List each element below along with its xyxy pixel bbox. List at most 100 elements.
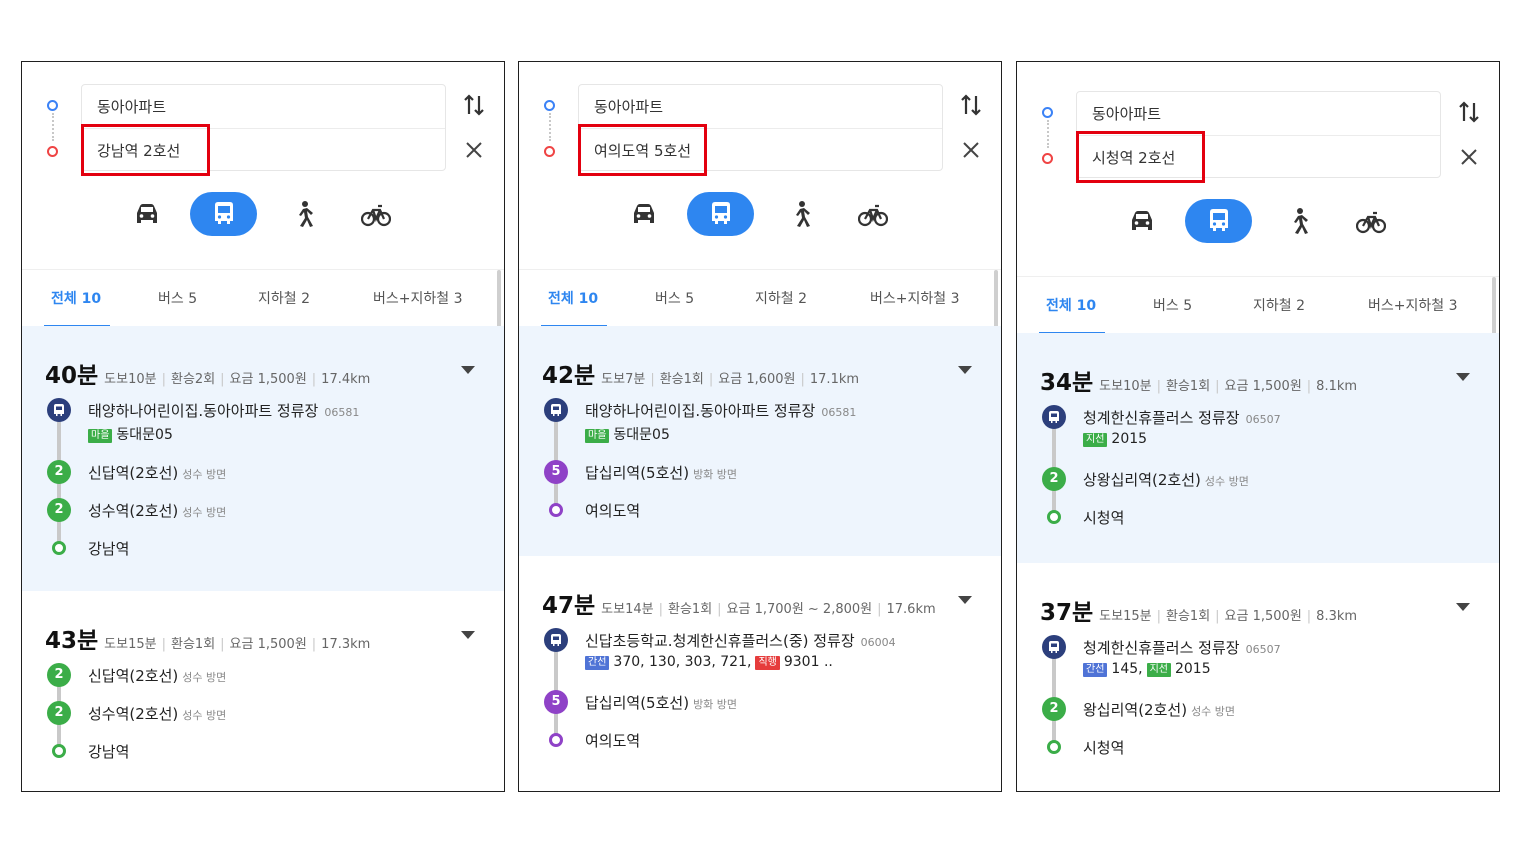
route-meta: 도보15분 | 환승1회 | 요금 1,500원 | 17.3km bbox=[104, 637, 370, 652]
close-icon[interactable] bbox=[1459, 147, 1479, 167]
route-card[interactable]: 47분 도보14분 | 환승1회 | 요금 1,700원 ~ 2,800원 | 17.6km 신… bbox=[519, 556, 1001, 766]
route-summary: 34분 도보10분 | 환승1회 | 요금 1,500원 | 8.1km bbox=[1040, 363, 1357, 397]
tab-bus-subway[interactable]: 버스+지하철 3 bbox=[870, 288, 960, 308]
swap-icon[interactable] bbox=[959, 92, 983, 118]
meta-separator: | bbox=[161, 372, 166, 387]
tab-subway[interactable]: 지하철 2 bbox=[258, 288, 310, 308]
close-icon[interactable] bbox=[464, 140, 484, 160]
step-station-name: 강남역 bbox=[88, 538, 129, 559]
station-name: 여의도역 bbox=[585, 732, 641, 750]
step-station-name: 신답역(2호선) 성수 방면 bbox=[88, 665, 226, 686]
route-card[interactable]: 40분 도보10분 | 환승2회 | 요금 1,500원 | 17.4km 태양하나어린이집.동… bbox=[22, 326, 504, 591]
station-name: 태양하나어린이집.동아아파트 정류장 bbox=[585, 402, 816, 420]
tab-subway[interactable]: 지하철 2 bbox=[755, 288, 807, 308]
expand-chevron-icon[interactable] bbox=[958, 596, 972, 604]
tab-bus[interactable]: 버스 5 bbox=[1153, 295, 1192, 315]
route-meta-item: 요금 1,700원 ~ 2,800원 bbox=[726, 602, 873, 617]
bus-type-badge: 지선 bbox=[1083, 433, 1108, 447]
route-duration: 40분 bbox=[45, 363, 99, 389]
destination-marker-icon bbox=[52, 744, 66, 758]
bus-mode-button[interactable] bbox=[687, 192, 754, 236]
car-icon[interactable] bbox=[132, 200, 162, 228]
bus-mode-button[interactable] bbox=[190, 192, 257, 236]
bike-icon[interactable] bbox=[858, 200, 888, 228]
stop-code: 06507 bbox=[1245, 643, 1281, 656]
route-meta-item: 환승1회 bbox=[668, 602, 713, 617]
origin-dot-icon bbox=[47, 100, 58, 111]
expand-chevron-icon[interactable] bbox=[1456, 603, 1470, 611]
route-list: 34분 도보10분 | 환승1회 | 요금 1,500원 | 8.1km 청계한신휴플러스 정류… bbox=[1017, 333, 1499, 791]
swap-icon[interactable] bbox=[462, 92, 486, 118]
walk-icon[interactable] bbox=[1283, 207, 1313, 235]
direction-label: 방화 방면 bbox=[693, 698, 738, 711]
tab-bus[interactable]: 버스 5 bbox=[158, 288, 197, 308]
subway-line-5-icon: 5 bbox=[544, 460, 568, 484]
tab-bus[interactable]: 버스 5 bbox=[655, 288, 694, 308]
walk-icon[interactable] bbox=[288, 200, 318, 228]
route-meta-item: 환승2회 bbox=[171, 372, 216, 387]
route-card[interactable]: 43분 도보15분 | 환승1회 | 요금 1,500원 | 17.3km 2 신답역(2호선) 성… bbox=[22, 591, 504, 791]
station-name: 여의도역 bbox=[585, 502, 641, 520]
route-summary: 37분 도보15분 | 환승1회 | 요금 1,500원 | 8.3km bbox=[1040, 593, 1357, 627]
origin-input[interactable]: 동아아파트 bbox=[97, 96, 166, 117]
meta-separator: | bbox=[311, 637, 317, 652]
tab-subway[interactable]: 지하철 2 bbox=[1253, 295, 1305, 315]
expand-chevron-icon[interactable] bbox=[461, 366, 475, 374]
tab-all[interactable]: 전체 10 bbox=[51, 288, 101, 308]
bike-icon[interactable] bbox=[1356, 207, 1386, 235]
route-connector bbox=[52, 113, 54, 141]
destination-marker-icon bbox=[52, 541, 66, 555]
bus-type-badge: 직행 bbox=[755, 656, 780, 670]
subway-line-2-icon: 2 bbox=[47, 663, 71, 687]
search-area: 동아아파트 강남역 2호선 bbox=[22, 62, 504, 269]
expand-chevron-icon[interactable] bbox=[461, 631, 475, 639]
route-duration: 47분 bbox=[542, 593, 596, 619]
step-station-name: 여의도역 bbox=[585, 500, 640, 521]
tab-all[interactable]: 전체 10 bbox=[1046, 295, 1096, 315]
car-icon[interactable] bbox=[629, 200, 659, 228]
swap-icon[interactable] bbox=[1457, 99, 1481, 125]
route-card[interactable]: 37분 도보15분 | 환승1회 | 요금 1,500원 | 8.3km 청계한신휴플러스 정류… bbox=[1017, 563, 1499, 773]
step-station-name: 시청역 bbox=[1083, 737, 1124, 758]
expand-chevron-icon[interactable] bbox=[1456, 373, 1470, 381]
bike-icon[interactable] bbox=[361, 200, 391, 228]
destination-highlight-box bbox=[578, 124, 707, 176]
step-station-name: 신답역(2호선) 성수 방면 bbox=[88, 462, 226, 483]
destination-marker-icon bbox=[1047, 740, 1061, 754]
direction-label: 성수 방면 bbox=[182, 671, 227, 684]
bus-line-list: 간선 145, 지선 2015 bbox=[1083, 661, 1215, 677]
close-icon[interactable] bbox=[961, 140, 981, 160]
walk-icon[interactable] bbox=[785, 200, 815, 228]
meta-separator: | bbox=[658, 602, 663, 617]
step-station-name: 강남역 bbox=[88, 741, 129, 762]
bus-line-group: 지선 2015 bbox=[1083, 431, 1147, 447]
tab-bus-subway[interactable]: 버스+지하철 3 bbox=[373, 288, 463, 308]
expand-chevron-icon[interactable] bbox=[958, 366, 972, 374]
bus-line-group: 직행 9301 .. bbox=[755, 654, 833, 670]
meta-separator: | bbox=[708, 372, 714, 387]
bus-stop-icon bbox=[47, 398, 71, 422]
origin-input[interactable]: 동아아파트 bbox=[1092, 103, 1161, 124]
route-card[interactable]: 34분 도보10분 | 환승1회 | 요금 1,500원 | 8.1km 청계한신휴플러스 정류… bbox=[1017, 333, 1499, 563]
tab-bus-subway[interactable]: 버스+지하철 3 bbox=[1368, 295, 1458, 315]
meta-separator: | bbox=[1306, 379, 1312, 394]
step-station-name: 상왕십리역(2호선) 성수 방면 bbox=[1083, 469, 1249, 490]
route-meta-item: 요금 1,500원 bbox=[1224, 379, 1302, 394]
route-meta: 도보10분 | 환승1회 | 요금 1,500원 | 8.1km bbox=[1099, 379, 1357, 394]
car-icon[interactable] bbox=[1127, 207, 1157, 235]
tab-all[interactable]: 전체 10 bbox=[548, 288, 598, 308]
station-name: 신답역(2호선) bbox=[88, 667, 179, 685]
route-meta-item: 환승1회 bbox=[171, 637, 216, 652]
route-card[interactable]: 42분 도보7분 | 환승1회 | 요금 1,600원 | 17.1km 태양하나어린이집.동아… bbox=[519, 326, 1001, 556]
route-meta: 도보15분 | 환승1회 | 요금 1,500원 | 8.3km bbox=[1099, 609, 1357, 624]
route-duration: 37분 bbox=[1040, 600, 1094, 626]
station-name: 강남역 bbox=[88, 540, 130, 558]
route-duration: 42분 bbox=[542, 363, 596, 389]
station-name: 성수역(2호선) bbox=[88, 705, 179, 723]
route-meta-item: 환승1회 bbox=[1166, 379, 1211, 394]
station-name: 신답초등학교.청계한신휴플러스(중) 정류장 bbox=[585, 632, 855, 650]
route-filter-tabs: 전체 10 버스 5 지하철 2 버스+지하철 3 bbox=[22, 269, 504, 327]
origin-input[interactable]: 동아아파트 bbox=[594, 96, 663, 117]
bus-mode-button[interactable] bbox=[1185, 199, 1252, 243]
step-station-name: 성수역(2호선) 성수 방면 bbox=[88, 500, 226, 521]
